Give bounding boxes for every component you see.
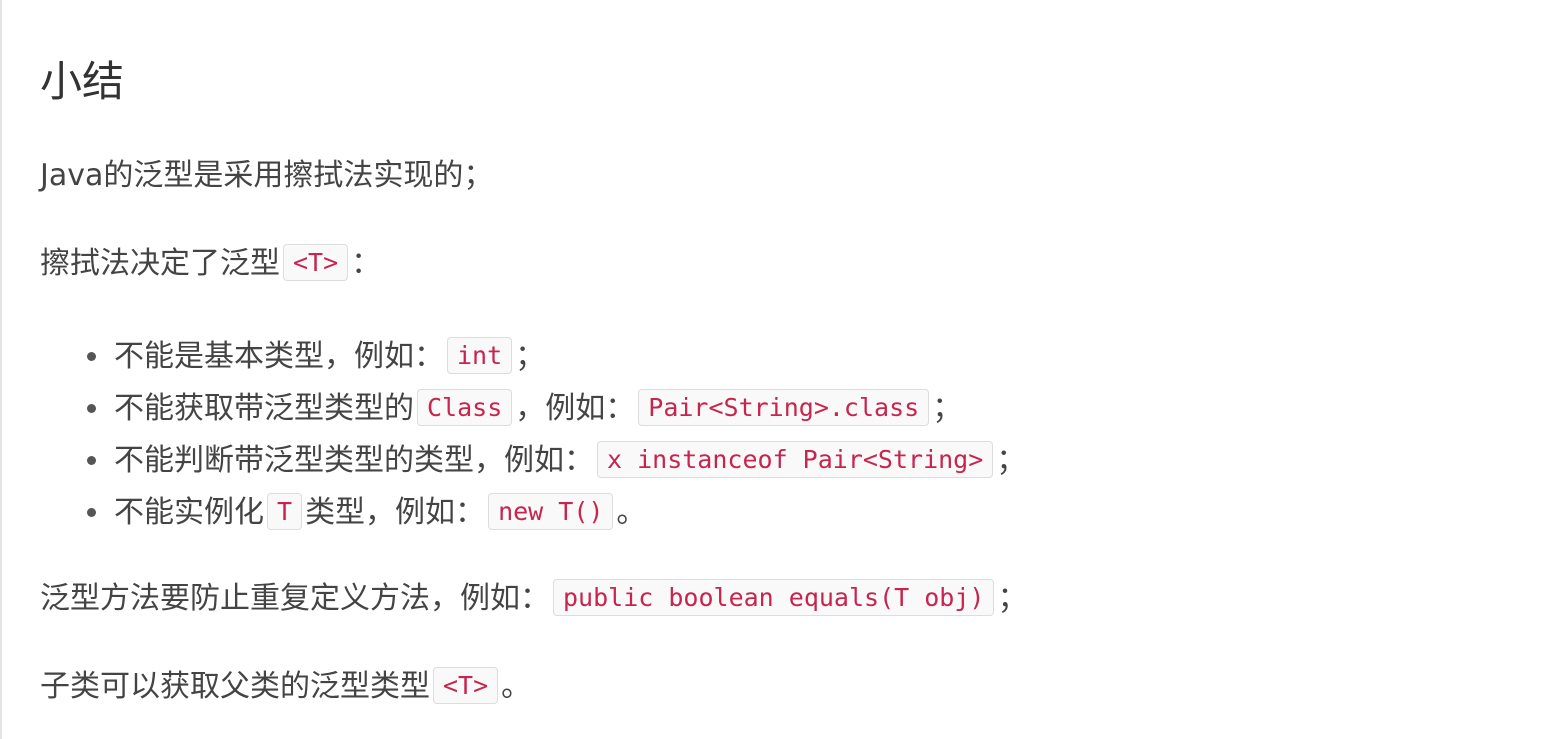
list-item: 不能获取带泛型类型的 Class ，例如： Pair<String>.class； [40,382,1026,434]
inline-code: Class [417,389,513,426]
section-heading: 小结 [40,57,125,106]
paragraph-erasure-decides: 擦拭法决定了泛型 <T>： [40,241,381,286]
list-item: 不能是基本类型，例如： int； [40,330,1026,382]
list-item-text: ，例如： [515,391,636,426]
list-item-text: 不能实例化 [114,495,264,530]
list-item-suffix: ； [996,443,1027,478]
inline-code: new T() [488,493,614,530]
bullet-icon [87,456,96,465]
paragraph-suffix: ； [997,581,1028,616]
list-item-text: 不能判断带泛型类型的类型，例如： [114,443,594,478]
limitations-list: 不能是基本类型，例如： int； 不能获取带泛型类型的 Class ，例如： Pair<… [40,330,1026,538]
paragraph-suffix: ： [351,246,382,281]
list-item-suffix: 。 [616,495,647,530]
list-item-text: 不能获取带泛型类型的 [114,391,414,426]
inline-code: <T> [433,667,499,704]
inline-code: int [447,337,513,374]
inline-code: T [267,493,303,530]
inline-code: <T> [283,244,349,281]
bullet-icon [87,352,96,361]
paragraph-erasure: Java的泛型是采用擦拭法实现的； [40,154,493,198]
bullet-icon [87,508,96,517]
paragraph-text: 擦拭法决定了泛型 [40,246,280,281]
bullet-icon [87,404,96,413]
list-item-text: 类型，例如： [305,495,486,530]
paragraph-suffix: 。 [501,669,532,704]
left-border [0,0,2,739]
list-item: 不能判断带泛型类型的类型，例如： x instanceof Pair<String… [40,434,1026,486]
paragraph-generic-methods: 泛型方法要防止重复定义方法，例如： public boolean equals(T… [40,576,1027,621]
inline-code: Pair<String>.class [638,389,930,426]
list-item-suffix: ； [932,391,963,426]
list-item-suffix: ； [515,339,546,374]
inline-code: public boolean equals(T obj) [553,579,995,616]
list-item-text: 不能是基本类型，例如： [114,339,444,374]
inline-code: x instanceof Pair<String> [597,441,994,478]
paragraph-text: 泛型方法要防止重复定义方法，例如： [40,581,550,616]
list-item: 不能实例化 T 类型，例如： new T()。 [40,486,1026,538]
paragraph-text: 子类可以获取父类的泛型类型 [40,669,430,704]
paragraph-subclass: 子类可以获取父类的泛型类型 <T>。 [40,664,531,709]
paragraph-text: Java的泛型是采用擦拭法实现的； [40,158,494,193]
